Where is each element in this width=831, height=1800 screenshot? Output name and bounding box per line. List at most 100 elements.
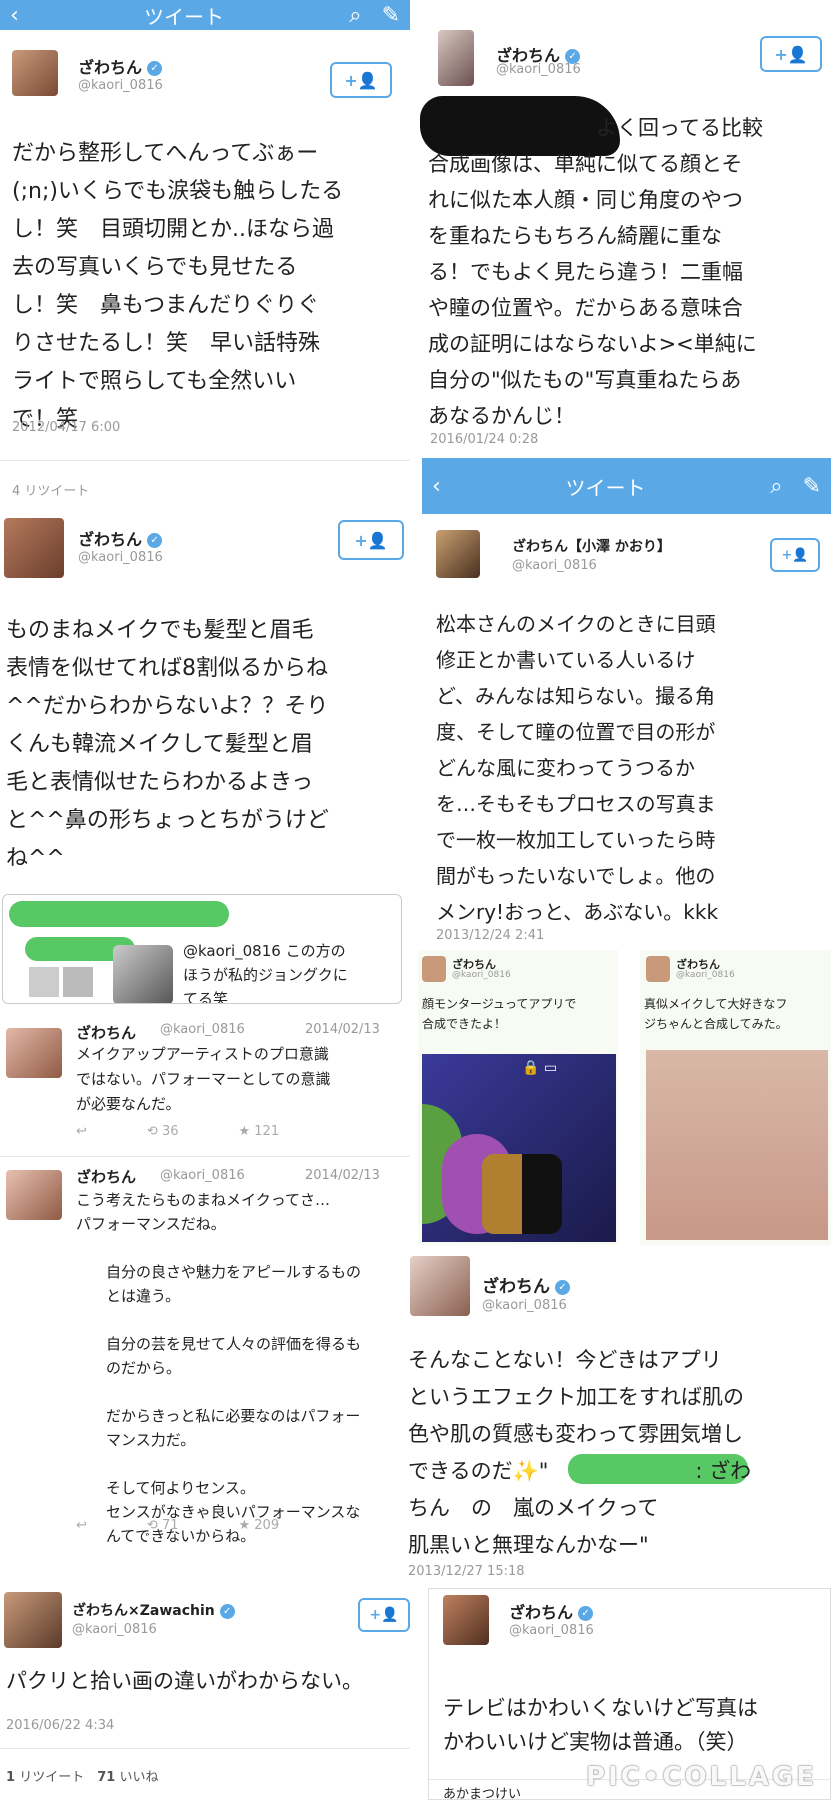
tweet-text: 真似メイクして大好きなフ ジちゃんと合成してみた。 xyxy=(644,997,788,1031)
like-action[interactable]: ★ 209 xyxy=(238,1518,279,1533)
author-handle: @kaori_0816 xyxy=(160,1168,245,1183)
reply-icon[interactable]: ↩ xyxy=(76,1518,87,1533)
back-icon[interactable]: ‹ xyxy=(0,3,29,28)
tweet-text: ものまねメイクでも髪型と眉毛 表情を似せてれば8割似るからね ^^だからわからな… xyxy=(6,618,329,871)
author-handle: @kaori_0816 xyxy=(72,1622,157,1637)
tweet-text: パクリと拾い画の違いがわからない。 xyxy=(6,1669,363,1693)
compose-icon[interactable]: ✎ xyxy=(793,474,831,499)
nav-bar: ‹ ツイート ⌕ ✎ xyxy=(422,458,831,514)
tweet-panel-5: ざわちん ✓ @kaori_0816 +👤 よく回ってる比較 合成画像は、単純に似… xyxy=(420,0,831,455)
compose-icon[interactable]: ✎ xyxy=(372,3,410,28)
author-handle: @kaori_0816 xyxy=(482,1298,567,1313)
quoted-avatar xyxy=(113,945,173,1003)
tweet-text: 松本さんのメイクのときに目頭 修正とか書いている人いるけ ど、みんなは知らない。… xyxy=(436,612,719,924)
divider xyxy=(0,1748,410,1749)
follow-button[interactable]: +👤 xyxy=(358,1598,410,1632)
author-handle: @kaori_0816 xyxy=(452,970,511,980)
verified-icon: ✓ xyxy=(219,1603,235,1619)
author-handle: @kaori_0816 xyxy=(78,550,163,565)
retweet-action[interactable]: ⟲ 36 xyxy=(147,1124,179,1139)
retweet-action[interactable]: ⟲ 71 xyxy=(147,1518,179,1533)
search-icon[interactable]: ⌕ xyxy=(760,474,792,499)
avatar[interactable] xyxy=(12,50,58,96)
tweet-text: こう考えたらものまねメイクってさ… パフォーマンスだね。 自分の良さや魅力をアピ… xyxy=(76,1191,362,1545)
avatar[interactable] xyxy=(4,518,64,578)
action-bar: ↩ ⟲ 36 ★ 121 xyxy=(76,1124,279,1139)
app-icon-face xyxy=(482,1154,562,1234)
divider xyxy=(0,1156,410,1157)
tweet-date: 2014/02/13 xyxy=(305,1022,380,1037)
author-name[interactable]: ざわちん ✓ xyxy=(509,1599,594,1623)
author-handle: @kaori_0816 xyxy=(509,1623,594,1638)
avatar[interactable] xyxy=(443,1595,489,1645)
tweet-panel-4: ざわちん×Zawachin ✓ @kaori_0816 +👤 パクリと拾い画の違い… xyxy=(0,1584,410,1800)
tweet-text: だから整形してへんってぶぁー (;n;)いくらでも涙袋も触らしたる し！笑 目頭… xyxy=(12,141,344,432)
verified-icon: ✓ xyxy=(147,533,163,548)
quoted-image-1 xyxy=(29,967,59,997)
avatar[interactable] xyxy=(646,956,670,982)
nav-bar: ‹ ツイート ⌕ ✎ xyxy=(0,0,410,30)
tweet-text: そんなことない！今どきはアプリ というエフェクト加工をすれば肌の 色や肌の質感も… xyxy=(408,1348,752,1557)
follow-button[interactable]: +👤 xyxy=(330,62,392,98)
tweet-date: 2014/02/13 xyxy=(305,1168,380,1183)
author-name[interactable]: ざわちん×Zawachin ✓ xyxy=(72,1600,235,1620)
tweet-stats: 1 リツイート 71 いいね xyxy=(6,1770,159,1785)
author-name[interactable]: ざわちん ✓ xyxy=(78,526,163,550)
redacted-name-bar xyxy=(9,901,229,927)
follow-button[interactable]: +👤 xyxy=(338,520,404,560)
author-handle: @kaori_0816 xyxy=(512,558,597,573)
tweet-time: 2013/12/27 15:18 xyxy=(408,1564,525,1579)
back-icon[interactable]: ‹ xyxy=(422,474,451,499)
tweet-panel-7-left: ざわちん @kaori_0816 顔モンタージュってアプリで 合成できたよ！ 🔒… xyxy=(418,950,618,1245)
tweet-panel-8: ざわちん ✓ @kaori_0816 そんなことない！今どきはアプリ というエフェ… xyxy=(404,1252,831,1586)
author-handle: @kaori_0816 xyxy=(160,1022,245,1037)
quoted-image-2 xyxy=(63,967,93,997)
nav-title: ツイート xyxy=(565,475,646,500)
like-action[interactable]: ★ 121 xyxy=(238,1124,279,1139)
reply-icon[interactable]: ↩ xyxy=(76,1124,87,1139)
author-name[interactable]: ざわちん xyxy=(76,1166,136,1187)
verified-icon: ✓ xyxy=(555,1279,570,1295)
app-screenshot-image: 🔒 ▭ xyxy=(422,1054,616,1242)
divider xyxy=(0,460,410,461)
quoted-text: @kaori_0816 この方の ほうが私的ジョングクに てる笑 xyxy=(183,942,348,1004)
action-bar: ↩ ⟲ 71 ★ 209 xyxy=(76,1518,279,1533)
tweet-time: 2013/12/24 2:41 xyxy=(436,928,545,943)
face-photo xyxy=(646,1050,828,1240)
watermark: PIC•COLLAGE xyxy=(586,1762,817,1792)
avatar[interactable] xyxy=(436,530,480,578)
follow-button[interactable]: +👤 xyxy=(760,36,822,72)
tweet-text: メイクアップアーティストのプロ意識 ではない。パフォーマーとしての意識 が必要な… xyxy=(76,1045,331,1113)
tweet-panel-7-right: ざわちん @kaori_0816 真似メイクして大好きなフ ジちゃんと合成してみ… xyxy=(640,950,831,1245)
verified-icon: ✓ xyxy=(147,61,163,76)
author-name[interactable]: ざわちん ✓ xyxy=(482,1272,570,1297)
phone-status-icons: 🔒 ▭ xyxy=(522,1060,558,1076)
tweet-panel-3: ざわちん @kaori_0816 2014/02/13 メイクアップアーティスト… xyxy=(0,1014,410,1556)
avatar[interactable] xyxy=(4,1592,62,1648)
tweet-panel-1: ‹ ツイート ⌕ ✎ ざわちん ✓ @kaori_0816 +👤 だから整形してへ… xyxy=(0,0,410,510)
tweet-time: 2016/01/24 0:28 xyxy=(430,432,539,447)
next-tweet-name[interactable]: あかまつけい xyxy=(443,1783,521,1799)
author-handle: @kaori_0816 xyxy=(78,78,163,93)
retweet-count[interactable]: 4 リツイート xyxy=(12,480,89,499)
follow-button[interactable]: +👤 xyxy=(770,538,820,572)
author-name[interactable]: ざわちん【小澤 かおり】 xyxy=(512,536,671,556)
avatar[interactable] xyxy=(6,1028,62,1078)
author-handle: @kaori_0816 xyxy=(676,970,735,980)
avatar[interactable] xyxy=(6,1170,62,1220)
tweet-panel-6: ‹ ツイート ⌕ ✎ ざわちん【小澤 かおり】 @kaori_0816 +👤 松… xyxy=(422,458,831,943)
tweet-text: 顔モンタージュってアプリで 合成できたよ！ xyxy=(422,997,577,1031)
author-name[interactable]: ざわちん xyxy=(76,1022,136,1043)
search-icon[interactable]: ⌕ xyxy=(339,3,371,28)
author-name[interactable]: ざわちん ✓ xyxy=(78,54,163,78)
nav-title: ツイート xyxy=(144,4,225,29)
tweet-time: 2012/04/17 6:00 xyxy=(12,420,121,435)
tweet-time: 2016/06/22 4:34 xyxy=(6,1718,115,1733)
tweet-panel-2: ざわちん ✓ @kaori_0816 +👤 ものまねメイクでも髪型と眉毛 表情を似… xyxy=(0,512,410,882)
avatar[interactable] xyxy=(438,30,474,86)
tweet-text: テレビはかわいくないけど写真は かわいいけど実物は普通。（笑） xyxy=(443,1696,758,1754)
avatar[interactable] xyxy=(410,1256,470,1316)
verified-icon: ✓ xyxy=(578,1606,594,1621)
avatar[interactable] xyxy=(422,956,446,982)
quoted-tweet-box[interactable]: @kaori_0816 この方の ほうが私的ジョングクに てる笑 xyxy=(2,894,402,1004)
